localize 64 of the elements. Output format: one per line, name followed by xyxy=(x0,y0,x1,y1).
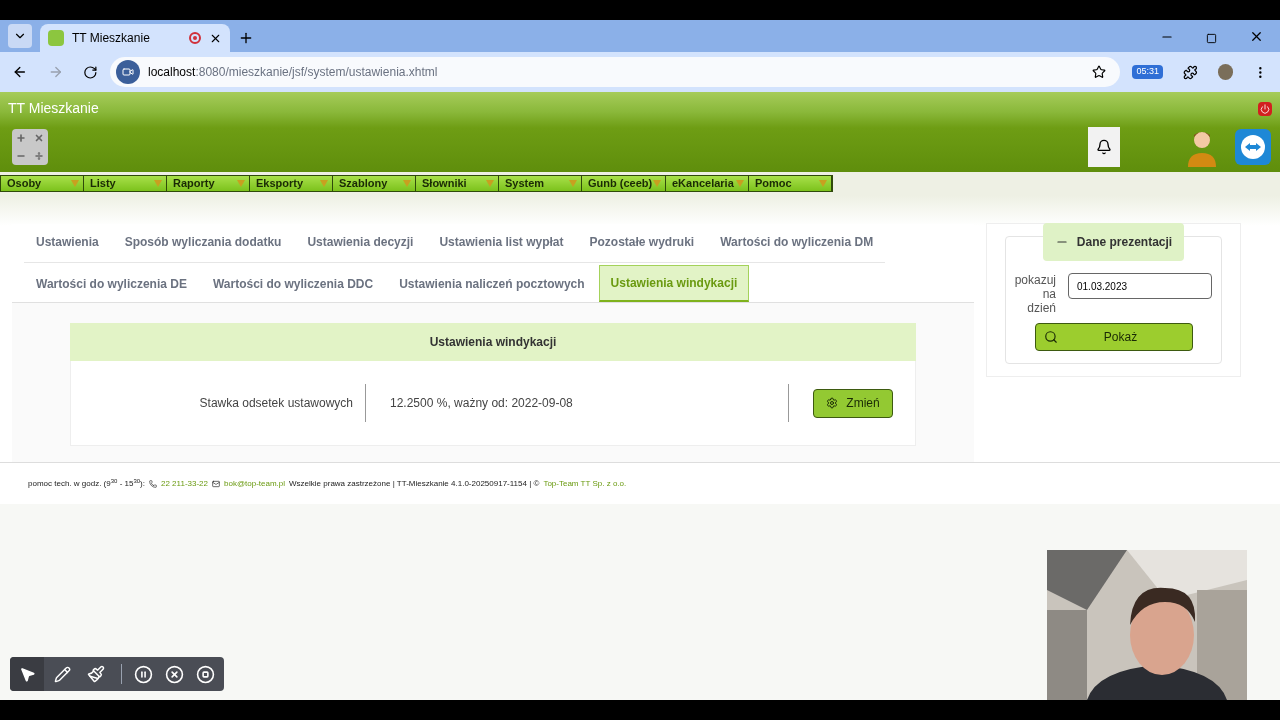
recording-icon xyxy=(189,32,201,44)
pencil-icon[interactable] xyxy=(54,665,71,683)
date-field[interactable]: 01.03.2023 xyxy=(1068,273,1212,299)
bell-icon[interactable] xyxy=(1088,127,1120,167)
phone-icon xyxy=(149,479,157,488)
field-label: pokazuj na dzień xyxy=(1014,273,1056,315)
footer-text: Wszelkie prawa zastrzeżone | TT-Mieszkanie 4.1.0-20250917-1154 | © xyxy=(289,477,540,490)
menu-item[interactable]: System xyxy=(499,176,582,191)
menu-item[interactable]: Gunb (ceeb) xyxy=(582,176,666,191)
menu-item[interactable]: Raporty xyxy=(167,176,250,191)
tab[interactable]: Ustawienia list wypłat xyxy=(427,224,576,260)
remote-app-icon[interactable] xyxy=(1234,127,1272,167)
tab[interactable]: Ustawienia xyxy=(24,224,111,260)
browser-tab[interactable]: TT Mieszkanie xyxy=(40,24,230,52)
company-link[interactable]: Top-Team TT Sp. z o.o. xyxy=(543,477,627,490)
tab-list-button[interactable] xyxy=(8,24,32,48)
search-icon xyxy=(1043,330,1058,344)
tab[interactable]: Sposób wyliczania dodatku xyxy=(112,224,294,260)
power-icon[interactable] xyxy=(1258,101,1272,116)
menu-item[interactable]: Słowniki xyxy=(416,176,499,191)
pointer-icon[interactable] xyxy=(18,665,36,683)
dropdown-triangle-icon xyxy=(819,180,827,187)
section-header[interactable]: Dane prezentacji xyxy=(1042,223,1185,261)
email-link[interactable]: bok@top-team.pl xyxy=(224,477,286,490)
mail-icon xyxy=(212,479,220,488)
brush-icon[interactable] xyxy=(87,665,105,683)
menu-item[interactable]: Pomoc xyxy=(749,176,832,191)
app-title: TT Mieszkanie xyxy=(8,99,99,118)
field-value: 12.2500 %, ważny od: 2022-09-08 xyxy=(389,395,574,412)
stop-icon[interactable] xyxy=(196,664,215,684)
field-label: Stawka odsetek ustawowych xyxy=(198,395,354,412)
menu-item[interactable]: eKancelaria xyxy=(666,176,749,191)
tab-title: TT Mieszkanie xyxy=(72,30,151,47)
tab[interactable]: Ustawienia naliczeń pocztowych xyxy=(387,265,597,302)
back-icon[interactable] xyxy=(12,64,28,80)
close-icon[interactable] xyxy=(165,664,184,684)
tab[interactable]: Wartości do wyliczenia DE xyxy=(24,265,199,302)
close-window-icon[interactable] xyxy=(1249,29,1264,44)
camera-icon xyxy=(116,60,140,84)
menu-item[interactable]: Osoby xyxy=(1,176,84,191)
address-bar[interactable]: localhost:8080/mieszkanie/jsf/system/ustawienia.xhtml xyxy=(110,57,1121,87)
tab[interactable]: Pozostałe wydruki xyxy=(577,224,707,260)
change-button[interactable]: Zmień xyxy=(813,388,893,418)
timer-badge[interactable]: 05:31 xyxy=(1132,65,1163,79)
profile-avatar[interactable] xyxy=(1217,64,1234,80)
pause-icon[interactable] xyxy=(134,664,153,684)
menu-item[interactable]: Eksporty xyxy=(250,176,333,191)
tab[interactable]: Ustawienia decyzji xyxy=(295,224,426,260)
panel-header: Ustawienia windykacji xyxy=(70,323,916,361)
phone-link[interactable]: 22 211-33-22 xyxy=(161,477,208,490)
gear-icon xyxy=(826,397,839,409)
restore-icon[interactable] xyxy=(1206,33,1217,44)
tab[interactable]: Wartości do wyliczenia DM xyxy=(708,224,886,260)
extensions-icon[interactable] xyxy=(1182,64,1198,80)
bookmark-icon[interactable] xyxy=(1092,65,1107,79)
support-hours: pomoc tech. w godz. (9$^{30}$ - 15$^{30}$): xyxy=(28,477,145,490)
show-button[interactable]: Pokaż xyxy=(1034,323,1193,351)
url-text: localhost:8080/mieszkanie/jsf/system/ustawienia.xhtml xyxy=(148,64,439,81)
menu-item[interactable]: Listy xyxy=(84,176,167,191)
new-tab-icon[interactable] xyxy=(238,30,254,46)
favicon-icon xyxy=(48,30,64,46)
reload-icon[interactable] xyxy=(83,64,98,80)
tab[interactable]: Wartości do wyliczenia DDC xyxy=(200,265,386,302)
menu-item[interactable]: Szablony xyxy=(333,176,416,191)
